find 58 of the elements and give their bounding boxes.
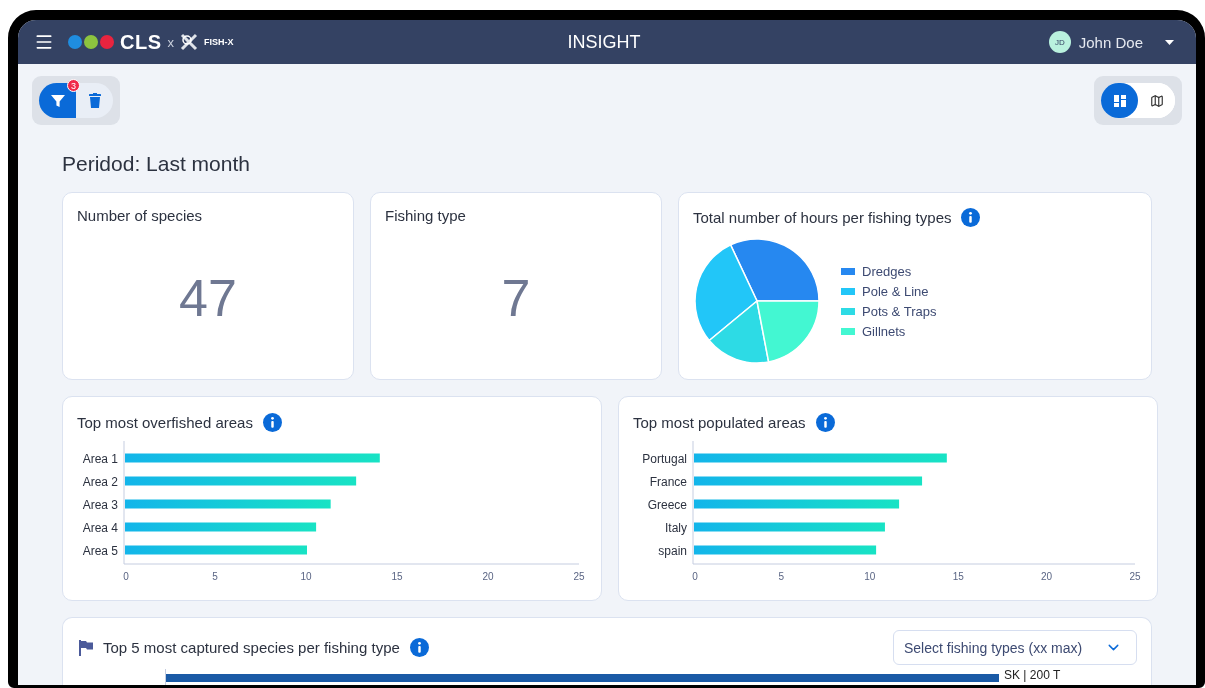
tick-label: 0: [692, 571, 698, 582]
period-heading: Peridod: Last month: [62, 152, 251, 176]
card-title: Fishing type: [385, 207, 467, 224]
flag-icon: [79, 639, 93, 656]
count-badge: 3: [67, 79, 80, 92]
tick-label: 20: [482, 571, 494, 582]
trash-icon: [88, 93, 101, 108]
category-label: Area 2: [82, 474, 118, 489]
tick-label: 20: [1041, 571, 1053, 582]
tick-label: 15: [952, 571, 964, 582]
dashboard-view-button[interactable]: [1101, 83, 1138, 118]
tick-label: 25: [1129, 571, 1141, 582]
info-icon[interactable]: [409, 638, 429, 657]
filter-icon: [50, 93, 65, 108]
category-label: Area 5: [82, 543, 118, 558]
info-icon[interactable]: [262, 412, 282, 432]
brand-logo-text: CLS: [120, 30, 162, 54]
card-title: Number of species: [77, 207, 204, 224]
app-title: INSIGHT: [567, 31, 641, 53]
fishing-type-select[interactable]: Select fishing types (xx max): [893, 630, 1137, 665]
tick-label: 5: [778, 571, 785, 582]
legend-label: Pots & Traps: [862, 303, 937, 319]
category-label: Area 4: [82, 520, 118, 535]
logo-icon: [68, 35, 114, 49]
info-icon[interactable]: [961, 207, 981, 227]
card-title: Total number of hours per fishing types: [693, 208, 952, 226]
card-title: Top 5 most captured species per fishing type: [103, 639, 400, 656]
bar-label: SK | 200 T: [1004, 669, 1061, 682]
tick-label: 10: [864, 571, 876, 582]
legend-label: Dredges: [862, 263, 912, 279]
tick-label: 5: [212, 571, 218, 582]
partner-logo-text: FISH-X: [204, 37, 234, 47]
card-title: Top most populated areas: [633, 413, 806, 431]
user-name: John Doe: [1078, 33, 1143, 51]
stat-value: 7: [501, 268, 531, 328]
tick-label: 0: [123, 571, 129, 582]
category-label: Portugal: [642, 451, 687, 466]
menu-button[interactable]: [34, 32, 54, 52]
dashboard-icon: [1113, 94, 1126, 107]
card-title: Top most overfished areas: [77, 413, 253, 431]
category-label: spain: [658, 543, 687, 558]
category-label: Greece: [647, 497, 687, 512]
legend-label: Pole & Line: [862, 283, 929, 299]
category-label: Italy: [665, 520, 687, 535]
tick-label: 10: [300, 571, 312, 582]
category-label: Area 3: [82, 497, 118, 512]
logo-separator: x: [167, 34, 174, 50]
tick-label: 25: [573, 571, 585, 582]
caret-icon[interactable]: [1165, 39, 1174, 45]
info-icon[interactable]: [815, 412, 835, 432]
stat-value: 47: [179, 268, 237, 328]
map-icon: [1149, 93, 1164, 108]
map-view-button[interactable]: [1138, 83, 1175, 118]
user-avatar: JD: [1048, 31, 1071, 53]
category-label: Area 1: [82, 451, 118, 466]
category-label: France: [649, 474, 687, 489]
legend-label: Gillnets: [862, 323, 906, 339]
tick-label: 15: [391, 571, 403, 582]
